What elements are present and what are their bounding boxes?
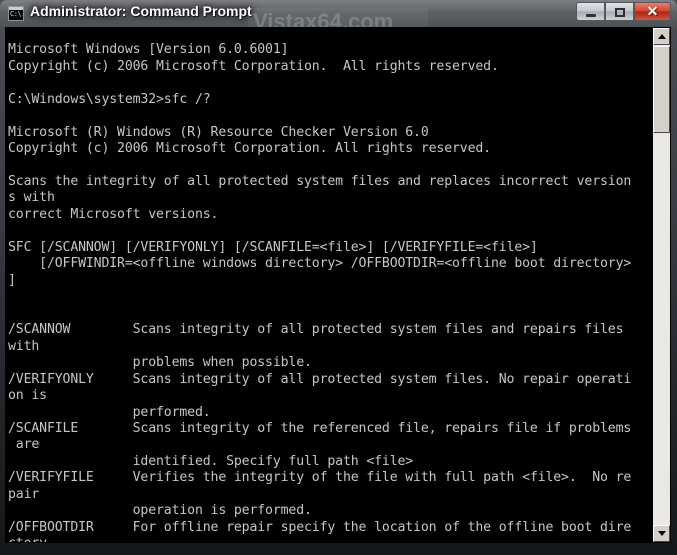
- minimize-button[interactable]: [576, 2, 605, 21]
- minimize-icon: [586, 14, 596, 17]
- icon-prompt-text: C:\.: [10, 10, 24, 18]
- close-button[interactable]: ✕: [634, 2, 671, 21]
- scrollbar-up-button[interactable]: [653, 28, 670, 45]
- maximize-button[interactable]: [605, 2, 634, 21]
- console-scrollbar[interactable]: [653, 28, 670, 542]
- command-prompt-icon[interactable]: C:\.: [8, 6, 24, 21]
- window-titlebar[interactable]: C:\. Administrator: Command Prompt Vista…: [0, 0, 677, 38]
- scrollbar-down-button[interactable]: [653, 525, 670, 542]
- console-client-area[interactable]: Microsoft Windows [Version 6.0.6001] Cop…: [5, 27, 671, 543]
- scrollbar-thumb[interactable]: [653, 46, 670, 133]
- chevron-down-icon: [657, 531, 666, 536]
- window-title: Administrator: Command Prompt: [30, 3, 252, 19]
- chevron-up-icon: [657, 34, 666, 39]
- command-prompt-window: C:\. Administrator: Command Prompt Vista…: [0, 0, 677, 555]
- console-output-text: Microsoft Windows [Version 6.0.6001] Cop…: [8, 42, 632, 542]
- maximize-icon: [615, 8, 625, 17]
- close-icon: ✕: [646, 3, 659, 19]
